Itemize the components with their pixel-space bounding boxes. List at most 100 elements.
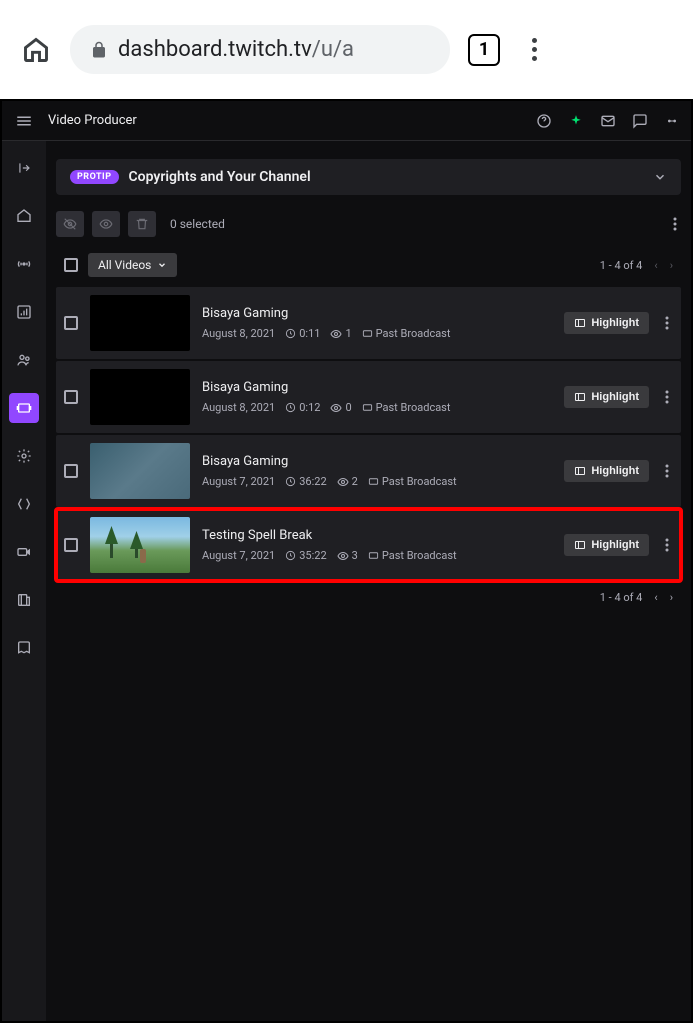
sidebar-content[interactable] (9, 393, 39, 423)
browser-menu-button[interactable] (518, 34, 550, 66)
url-text: dashboard.twitch.tv/u/a (118, 37, 354, 62)
profile-icon[interactable] (663, 112, 681, 130)
video-date: August 8, 2021 (202, 401, 275, 414)
publish-button[interactable] (92, 211, 120, 237)
broadcast-icon (368, 476, 379, 487)
page-prev[interactable]: ‹ (654, 591, 657, 604)
video-meta: August 8, 2021 0:11 1 Past Broadcast (202, 327, 552, 340)
eye-icon (337, 550, 349, 562)
video-views: 3 (337, 549, 358, 562)
clock-icon (285, 550, 296, 561)
video-type: Past Broadcast (368, 475, 457, 488)
lock-icon (90, 41, 108, 59)
video-row[interactable]: Bisaya Gaming August 8, 2021 0:12 0 Past… (56, 361, 681, 433)
url-bar[interactable]: dashboard.twitch.tv/u/a (70, 25, 450, 74)
sparkle-icon[interactable] (567, 112, 585, 130)
browser-chrome: dashboard.twitch.tv/u/a 1 (0, 0, 693, 99)
video-more[interactable] (661, 464, 673, 478)
filter-label: All Videos (98, 258, 151, 272)
sidebar-community[interactable] (9, 345, 39, 375)
video-date: August 7, 2021 (202, 475, 275, 488)
video-type: Past Broadcast (368, 549, 457, 562)
highlight-button[interactable]: Highlight (564, 534, 649, 556)
clock-icon (285, 476, 296, 487)
sidebar-expand[interactable] (9, 153, 39, 183)
broadcast-icon (368, 550, 379, 561)
select-all-checkbox[interactable] (64, 258, 78, 272)
sidebar-clips[interactable] (9, 585, 39, 615)
sidebar-library[interactable] (9, 633, 39, 663)
video-checkbox[interactable] (64, 538, 78, 552)
highlight-button[interactable]: Highlight (564, 386, 649, 408)
video-duration: 0:11 (285, 327, 320, 340)
filter-dropdown[interactable]: All Videos (88, 253, 177, 277)
clock-icon (285, 402, 296, 413)
video-row[interactable]: Bisaya Gaming August 8, 2021 0:11 1 Past… (56, 287, 681, 359)
page-next[interactable]: › (670, 591, 673, 604)
highlight-icon (574, 317, 586, 329)
highlight-button[interactable]: Highlight (564, 460, 649, 482)
chat-icon[interactable] (631, 112, 649, 130)
video-list: Bisaya Gaming August 8, 2021 0:11 1 Past… (56, 287, 681, 581)
pagination-range: 1 - 4 of 4 (600, 591, 643, 604)
top-icons (535, 112, 681, 130)
chevron-down-icon (653, 170, 667, 184)
hamburger-menu[interactable] (12, 109, 36, 133)
highlight-icon (574, 539, 586, 551)
sidebar-stream[interactable] (9, 249, 39, 279)
video-thumbnail[interactable] (90, 443, 190, 499)
video-type: Past Broadcast (362, 401, 451, 414)
sidebar-extensions[interactable] (9, 489, 39, 519)
video-duration: 0:12 (285, 401, 320, 414)
highlight-icon (574, 465, 586, 477)
video-checkbox[interactable] (64, 390, 78, 404)
video-thumbnail[interactable] (90, 295, 190, 351)
pagination-top: 1 - 4 of 4 ‹ › (600, 259, 673, 272)
video-views: 2 (337, 475, 358, 488)
unpublish-button[interactable] (56, 211, 84, 237)
clock-icon (285, 328, 296, 339)
video-row[interactable]: Bisaya Gaming August 7, 2021 36:22 2 Pas… (56, 435, 681, 507)
video-title: Testing Spell Break (202, 528, 552, 543)
tab-count[interactable]: 1 (468, 34, 500, 66)
video-info: Testing Spell Break August 7, 2021 35:22… (202, 528, 552, 562)
video-more[interactable] (661, 390, 673, 404)
sidebar-video[interactable] (9, 537, 39, 567)
video-checkbox[interactable] (64, 464, 78, 478)
video-checkbox[interactable] (64, 316, 78, 330)
video-thumbnail[interactable] (90, 369, 190, 425)
pagination-range: 1 - 4 of 4 (600, 259, 643, 272)
help-icon[interactable] (535, 112, 553, 130)
delete-button[interactable] (128, 211, 156, 237)
banner-title: Copyrights and Your Channel (129, 169, 644, 185)
eye-icon (330, 402, 342, 414)
video-row[interactable]: Testing Spell Break August 7, 2021 35:22… (56, 509, 681, 581)
eye-icon (337, 476, 349, 488)
eye-icon (330, 328, 342, 340)
video-info: Bisaya Gaming August 8, 2021 0:11 1 Past… (202, 306, 552, 340)
sidebar-analytics[interactable] (9, 297, 39, 327)
video-thumbnail[interactable] (90, 517, 190, 573)
video-type: Past Broadcast (362, 327, 451, 340)
mail-icon[interactable] (599, 112, 617, 130)
video-date: August 8, 2021 (202, 327, 275, 340)
protip-banner[interactable]: PROTIP Copyrights and Your Channel (56, 159, 681, 195)
broadcast-icon (362, 402, 373, 413)
video-duration: 36:22 (285, 475, 326, 488)
toolbar-more[interactable] (669, 213, 681, 235)
sidebar-home[interactable] (9, 201, 39, 231)
video-title: Bisaya Gaming (202, 380, 552, 395)
sidebar-settings[interactable] (9, 441, 39, 471)
highlight-button[interactable]: Highlight (564, 312, 649, 334)
video-more[interactable] (661, 538, 673, 552)
app-container: Video Producer PROTIP Copyr (0, 99, 693, 1023)
video-info: Bisaya Gaming August 8, 2021 0:12 0 Past… (202, 380, 552, 414)
home-button[interactable] (20, 34, 52, 66)
video-date: August 7, 2021 (202, 549, 275, 562)
sidebar (2, 141, 46, 1021)
selected-count: 0 selected (170, 217, 225, 231)
page-prev[interactable]: ‹ (654, 259, 657, 272)
video-more[interactable] (661, 316, 673, 330)
video-views: 0 (330, 401, 351, 414)
page-next[interactable]: › (670, 259, 673, 272)
